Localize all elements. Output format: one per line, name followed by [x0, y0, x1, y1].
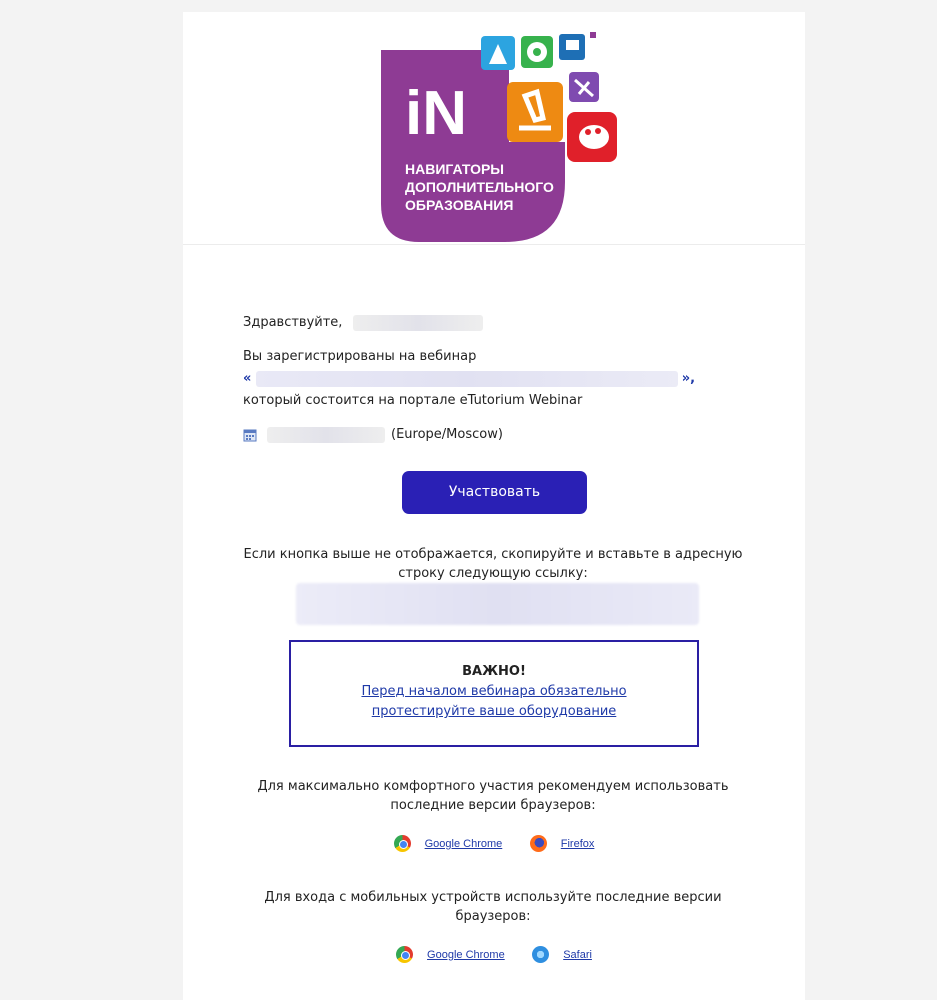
quote-open: « — [243, 371, 252, 386]
timezone-text: (Europe/Moscow) — [391, 427, 503, 442]
firefox-icon — [529, 835, 547, 852]
mobile-safari-link[interactable]: Safari — [563, 949, 592, 961]
desktop-chrome-link[interactable]: Google Chrome — [425, 838, 503, 850]
mobile-safari-item[interactable]: Safari — [532, 946, 592, 963]
logo-line-1: НАВИГАТОРЫ — [405, 161, 504, 177]
participate-button[interactable]: Участвовать — [402, 471, 587, 514]
date-line: (Europe/Moscow) — [243, 426, 503, 444]
desktop-firefox-item[interactable]: Firefox — [529, 835, 595, 852]
portal-text: который состоится на портале eTutorium W… — [243, 393, 583, 408]
redacted-webinar-title — [255, 370, 678, 387]
quote-close: », — [681, 371, 696, 386]
email-header: iN НАВИГАТОРЫ ДОПОЛНИТЕЛЬНОГО ОБРАЗОВАНИ… — [183, 12, 805, 245]
logo-big-text: iN — [405, 79, 467, 148]
registered-text: Вы зарегистрированы на вебинар — [243, 349, 477, 364]
calendar-icon — [243, 429, 257, 442]
fallback-note: Если кнопка выше не отображается, скопир… — [243, 547, 743, 581]
important-title: ВАЖНО! — [462, 664, 526, 679]
navigators-logo: iN НАВИГАТОРЫ ДОПОЛНИТЕЛЬНОГО ОБРАЗОВАНИ… — [381, 32, 617, 242]
logo-line-2: ДОПОЛНИТЕЛЬНОГО — [405, 179, 554, 195]
greeting-line: Здравствуйте, — [243, 314, 483, 332]
logo-line-3: ОБРАЗОВАНИЯ — [405, 197, 513, 213]
greeting-text: Здравствуйте, — [243, 315, 343, 330]
test-equipment-link-line2[interactable]: протестируйте ваше оборудование — [291, 702, 697, 722]
test-equipment-link-line1[interactable]: Перед началом вебинара обязательно — [291, 682, 697, 702]
redacted-date — [267, 427, 385, 443]
email-card: iN НАВИГАТОРЫ ДОПОЛНИТЕЛЬНОГО ОБРАЗОВАНИ… — [183, 12, 805, 1000]
desktop-recommendation: Для максимально комфортного участия реко… — [257, 779, 729, 813]
chrome-icon — [396, 946, 414, 963]
redacted-name — [352, 314, 483, 331]
desktop-firefox-link[interactable]: Firefox — [561, 838, 595, 850]
desktop-chrome-item[interactable]: Google Chrome — [393, 835, 503, 852]
mobile-recommendation: Для входа с мобильных устройств использу… — [264, 890, 722, 924]
mobile-chrome-item[interactable]: Google Chrome — [396, 946, 505, 963]
safari-icon — [532, 946, 550, 963]
mobile-browsers: Google Chrome Safari — [183, 946, 805, 966]
mobile-chrome-link[interactable]: Google Chrome — [427, 949, 505, 961]
desktop-browsers: Google Chrome Firefox — [183, 835, 805, 855]
chrome-icon — [393, 835, 411, 852]
redacted-link[interactable] — [296, 583, 699, 625]
webinar-title-line: « », — [243, 370, 703, 388]
important-box: ВАЖНО! Перед началом вебинара обязательн… — [289, 640, 699, 747]
